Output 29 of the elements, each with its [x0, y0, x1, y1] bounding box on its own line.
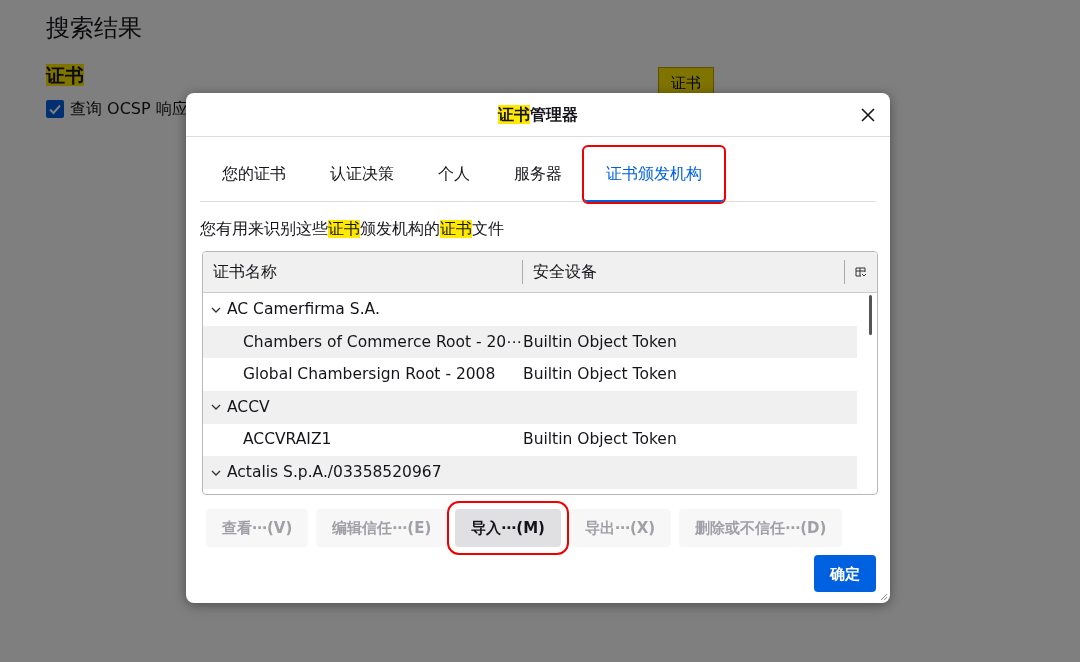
security-device: Builtin Object Token	[523, 429, 677, 451]
tab[interactable]: 个人	[416, 147, 492, 202]
chevron-down-icon[interactable]	[211, 468, 221, 477]
tab[interactable]: 服务器	[492, 147, 584, 202]
checkbox-label: 查询 OCSP 响应	[70, 98, 188, 121]
close-icon[interactable]	[860, 107, 876, 123]
section-heading: 证书	[46, 62, 84, 88]
scrollbar-thumb[interactable]	[868, 295, 874, 336]
security-device: Builtin Object Token	[523, 364, 677, 386]
dialog-title: 证书管理器	[498, 103, 578, 126]
description-text: 您有用来识别这些证书颁发机构的证书文件	[200, 219, 505, 240]
security-device: Builtin Object Token	[523, 331, 677, 353]
chevron-down-icon[interactable]	[211, 305, 221, 314]
tab[interactable]: 您的证书	[200, 147, 308, 202]
certificate-name[interactable]: Global Chambersign Root - 2008	[243, 363, 496, 387]
column-header[interactable]: 证书名称	[203, 260, 523, 285]
chevron-down-icon[interactable]	[211, 403, 221, 412]
group-name[interactable]: AC Camerfirma S.A.	[227, 297, 380, 322]
page-heading: 搜索结果	[46, 14, 143, 43]
resize-grip-icon[interactable]	[878, 591, 888, 601]
tab[interactable]: 证书颁发机构	[584, 147, 724, 202]
column-picker-icon[interactable]	[855, 266, 867, 279]
certificate-name[interactable]: Chambers of Commerce Root - 20⋯	[243, 330, 522, 354]
column-header[interactable]: 安全设备	[523, 260, 845, 285]
checkbox[interactable]	[46, 100, 64, 119]
tab[interactable]: 认证决策	[308, 147, 416, 202]
certificate-name[interactable]: ACCVRAIZ1	[243, 428, 332, 452]
group-name[interactable]: ACCV	[227, 395, 270, 419]
ok-button[interactable]: 确定	[814, 555, 876, 593]
